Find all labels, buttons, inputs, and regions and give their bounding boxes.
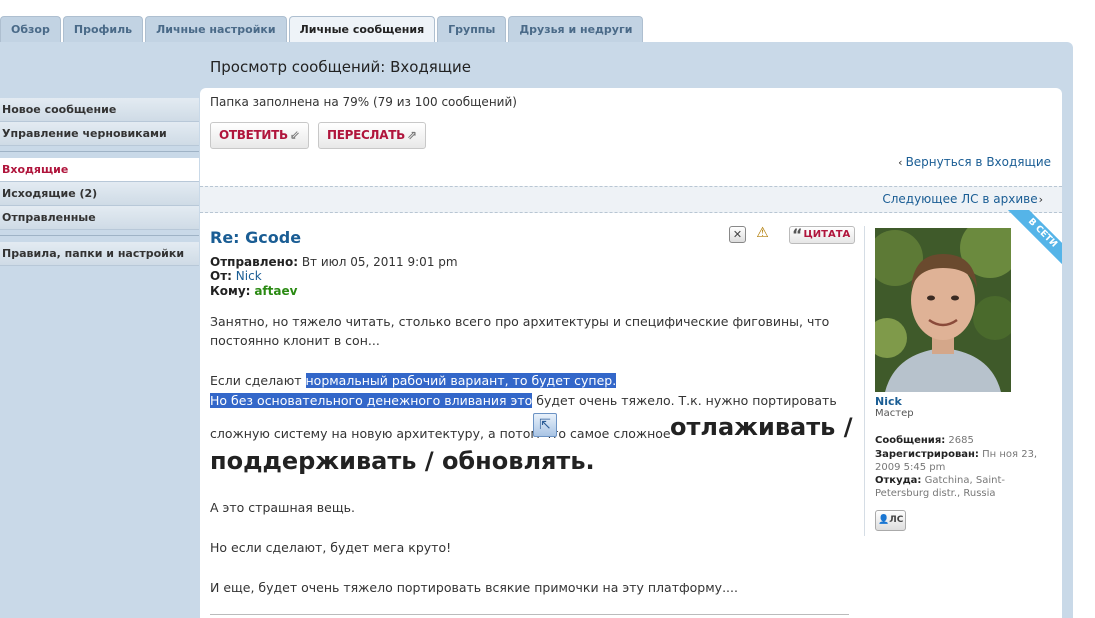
posts-value: 2685 [948, 435, 974, 446]
profile-divider [864, 226, 865, 536]
to-label: Кому: [210, 284, 251, 298]
tab-overview[interactable]: Обзор [0, 16, 61, 42]
online-ribbon-label: В СЕТИ [1001, 210, 1062, 272]
avatar-image [875, 228, 1011, 392]
sidebar-item-rules[interactable]: Правила, папки и настройки [0, 242, 199, 266]
quote-button[interactable]: “ЦИТАТА [789, 225, 856, 244]
sidebar-item-new-message[interactable]: Новое сообщение [0, 98, 199, 122]
next-archive-link[interactable]: Следующее ЛС в архиве› [882, 192, 1043, 206]
location-value: Gatchina, Saint- [924, 475, 1005, 486]
from-label: От: [210, 269, 232, 283]
sent-value: Вт июл 05, 2011 9:01 pm [301, 255, 458, 269]
expand-popup-icon[interactable]: ⇱ [533, 413, 557, 437]
page-title: Просмотр сообщений: Входящие [210, 58, 471, 76]
registered-value: Пн ноя 23, [982, 449, 1038, 460]
body-line: А это страшная вещь. [210, 500, 355, 515]
sent-row: Отправлено: Вт июл 05, 2011 9:01 pm [210, 255, 458, 269]
chevron-right-icon: › [1038, 193, 1043, 206]
from-user-link[interactable]: Nick [236, 269, 262, 283]
user-icon: 👤 [878, 515, 890, 525]
registered-label: Зарегистрирован: [875, 449, 979, 460]
message-title: Re: Gcode [210, 228, 302, 247]
body-line: И еще, будет очень тяжело портировать вс… [210, 580, 738, 595]
forward-button-label: ПЕРЕСЛАТЬ [327, 128, 405, 142]
body-text: сложную систему на новую архитектуру, а … [210, 426, 544, 441]
quote-button-label: ЦИТАТА [803, 229, 851, 240]
sent-label: Отправлено: [210, 255, 298, 269]
quote-icon: “ [792, 225, 803, 244]
body-line: Если сделают нормальный рабочий вариант,… [210, 373, 617, 388]
delete-icon[interactable]: ✕ [729, 226, 746, 243]
tab-bar: Обзор Профиль Личные настройки Личные со… [0, 16, 645, 43]
pm-button[interactable]: 👤ЛС [875, 510, 906, 531]
location-value: Petersburg distr., Russia [875, 488, 996, 499]
post-divider [210, 614, 849, 615]
sidebar-item-sent[interactable]: Отправленные [0, 206, 199, 230]
forward-arrow-icon: ⇗ [406, 128, 417, 142]
registered-value: 2009 5:45 pm [875, 462, 946, 473]
tab-groups[interactable]: Группы [437, 16, 507, 42]
sidebar-divider [0, 235, 199, 236]
large-text: поддерживать / обновлять. [210, 447, 595, 475]
body-text: Если сделают [210, 373, 306, 388]
reply-button[interactable]: ОТВЕТИТЬ ⇙ [210, 122, 309, 149]
location-label: Откуда: [875, 475, 922, 486]
to-user-link[interactable]: aftaev [254, 284, 297, 298]
avatar[interactable] [875, 228, 1011, 392]
reply-button-label: ОТВЕТИТЬ [219, 128, 288, 142]
large-text: отлаживать / [670, 413, 853, 441]
sidebar-item-inbox[interactable]: Входящие [0, 158, 199, 182]
to-row: Кому: aftaev [210, 284, 297, 298]
online-badge: В СЕТИ [1000, 210, 1062, 272]
body-line: сложную систему на новую архитектуру, а … [210, 426, 671, 441]
profile-name-link[interactable]: Nick [875, 395, 902, 408]
back-to-inbox-link[interactable]: ‹ Вернуться в Входящие [898, 155, 1051, 169]
back-link-label: Вернуться в Входящие [905, 155, 1051, 169]
tab-profile[interactable]: Профиль [62, 16, 144, 42]
profile-location: Откуда: Gatchina, Saint- Petersburg dist… [875, 474, 1055, 500]
profile-registered: Зарегистрирован: Пн ноя 23, 2009 5:45 pm [875, 448, 1055, 474]
sidebar-item-drafts[interactable]: Управление черновиками [0, 122, 199, 146]
sidebar-divider [0, 151, 199, 152]
selected-text: Но без основательного денежного вливания… [210, 393, 533, 408]
body-line: Занятно, но тяжело читать, столько всего… [210, 314, 830, 329]
chevron-left-icon: ‹ [898, 156, 903, 169]
profile-rank: Мастер [875, 408, 914, 419]
report-warning-icon[interactable]: ⚠ [754, 226, 771, 243]
body-line: Но без основательного денежного вливания… [210, 393, 837, 408]
selected-text: нормальный рабочий вариант, то будет суп… [305, 373, 617, 388]
body-line: постоянно клонит в сон... [210, 333, 380, 348]
posts-label: Сообщения: [875, 435, 946, 446]
reply-arrow-icon: ⇙ [289, 128, 300, 142]
tab-private-messages[interactable]: Личные сообщения [288, 16, 436, 43]
profile-posts: Сообщения: 2685 [875, 434, 1055, 447]
body-line: Но если сделают, будет мега круто! [210, 540, 452, 555]
tab-friends-foes[interactable]: Друзья и недруги [508, 16, 644, 42]
next-link-label: Следующее ЛС в архиве [882, 192, 1038, 206]
folder-status: Папка заполнена на 79% (79 из 100 сообще… [210, 95, 517, 109]
body-text: будет очень тяжело. Т.к. нужно портирова… [532, 393, 837, 408]
sidebar-item-outbox[interactable]: Исходящие (2) [0, 182, 199, 206]
tab-personal-settings[interactable]: Личные настройки [145, 16, 287, 42]
pm-button-label: ЛС [889, 515, 904, 525]
body-text: самое сложное [566, 426, 671, 441]
forward-button[interactable]: ПЕРЕСЛАТЬ ⇗ [318, 122, 426, 149]
from-row: От: Nick [210, 269, 262, 283]
